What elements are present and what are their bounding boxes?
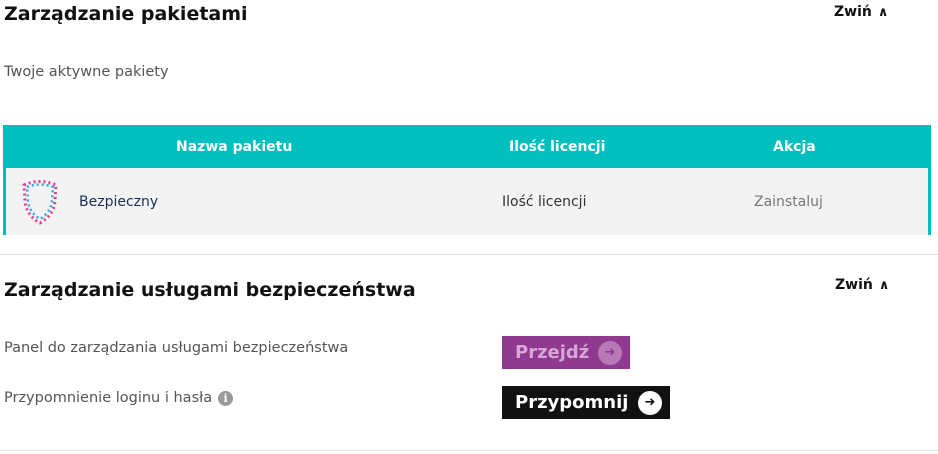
arrow-right-icon: ➜ — [598, 340, 622, 365]
column-header-action: Akcja — [773, 139, 816, 155]
table-row: Bezpieczny Ilość licencji Zainstaluj — [6, 168, 928, 235]
shield-icon — [20, 179, 60, 225]
packages-table: Nazwa pakietu Ilość licencji Akcja Bezpi… — [3, 125, 931, 235]
reminder-label: Przypomnienie loginu i hasła — [4, 390, 213, 406]
packages-collapse-toggle[interactable]: Zwiń ∧ — [834, 4, 888, 20]
column-header-name: Nazwa pakietu — [176, 139, 293, 155]
chevron-up-icon: ∧ — [878, 277, 890, 293]
remind-button[interactable]: Przypomnij ➜ — [502, 386, 670, 419]
security-collapse-toggle[interactable]: Zwiń ∧ — [835, 277, 889, 293]
go-to-panel-button[interactable]: Przejdź ➜ — [502, 336, 630, 369]
section-divider — [0, 450, 938, 451]
arrow-right-icon: ➜ — [638, 390, 662, 415]
reminder-label-row: Przypomnienie loginu i hasła i — [4, 390, 234, 406]
column-header-licenses: Ilość licencji — [509, 139, 606, 155]
info-icon[interactable]: i — [218, 390, 234, 406]
table-header: Nazwa pakietu Ilość licencji Akcja — [6, 128, 928, 168]
packages-section-title: Zarządzanie pakietami — [4, 3, 248, 25]
security-section-title: Zarządzanie usługami bezpieczeństwa — [4, 279, 416, 301]
package-name: Bezpieczny — [79, 194, 159, 210]
panel-label: Panel do zarządzania usługami bezpieczeń… — [4, 340, 349, 356]
collapse-label: Zwiń — [835, 277, 873, 293]
install-link[interactable]: Zainstaluj — [754, 194, 823, 210]
collapse-label: Zwiń — [834, 4, 872, 20]
license-count: Ilość licencji — [502, 194, 587, 210]
section-divider — [0, 254, 938, 255]
chevron-up-icon: ∧ — [877, 4, 889, 20]
remind-button-label: Przypomnij — [515, 392, 629, 413]
active-packages-label: Twoje aktywne pakiety — [4, 64, 169, 80]
go-button-label: Przejdź — [515, 342, 590, 363]
